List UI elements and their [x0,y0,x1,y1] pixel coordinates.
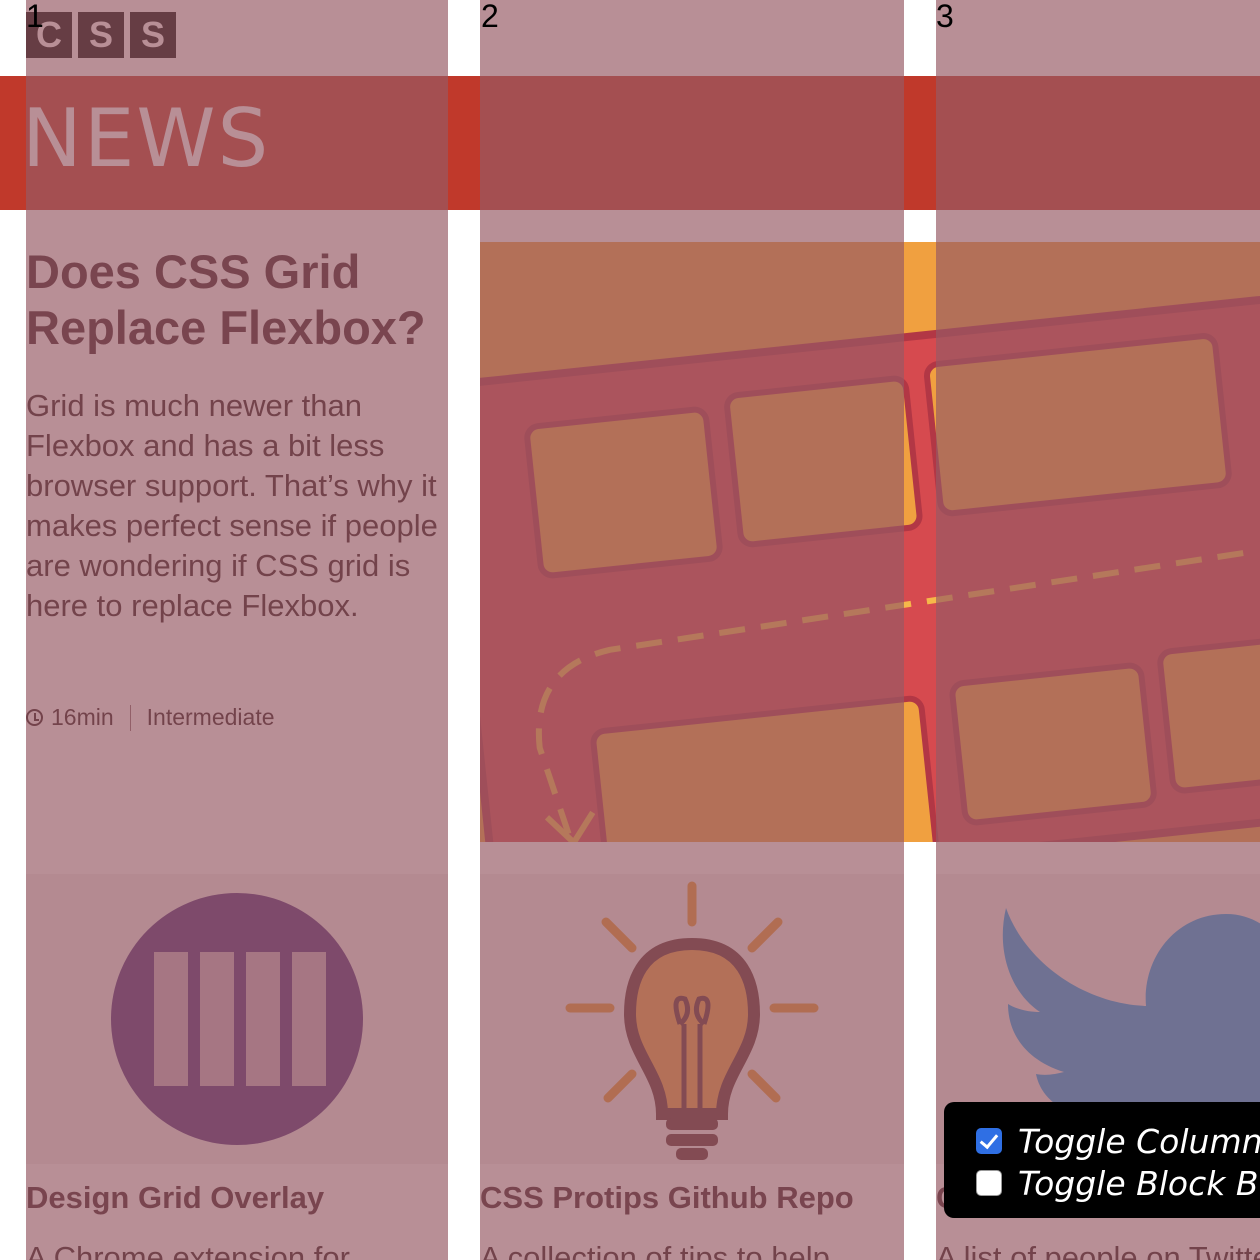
card-title-protips[interactable]: CSS Protips Github Repo [480,1180,854,1216]
logo-letter-s1: S [78,12,124,58]
grid-column-number-1: 1 [26,0,44,34]
card-desc-twitter: A list of people on Twitter [936,1240,1260,1260]
card-image-protips[interactable] [480,874,904,1164]
card-image-design-grid[interactable] [26,874,448,1164]
grid-flow-illustration-icon [480,242,1260,842]
hero-image[interactable] [480,242,1260,842]
toggle-block-borders[interactable]: Toggle Block Borders [976,1162,1260,1204]
card-desc-protips: A collection of tips to help [480,1240,830,1260]
difficulty-level: Intermediate [146,704,275,730]
toggle-column-overlay[interactable]: Toggle Column Overlay [976,1120,1260,1162]
block-borders-checkbox[interactable] [976,1170,1002,1196]
section-title: NEWS [22,92,271,185]
grid-column-number-3: 3 [936,0,954,34]
logo-letter-s2: S [130,12,176,58]
column-overlay-checkbox[interactable] [976,1128,1002,1154]
meta-divider [129,704,131,731]
read-time: 16min [51,704,114,730]
card-title-design-grid[interactable]: Design Grid Overlay [26,1180,324,1216]
toggle-column-overlay-label[interactable]: Toggle Column Overlay [1018,1122,1260,1161]
overlay-toggle-panel: Toggle Column Overlay Toggle Block Borde… [944,1102,1260,1218]
article-excerpt: Grid is much newer than Flexbox and has … [26,388,438,623]
toggle-block-borders-label[interactable]: Toggle Block Borders [1018,1164,1260,1203]
grid-column-number-2: 2 [481,0,499,34]
card-desc-design-grid: A Chrome extension for [26,1240,350,1260]
columns-circle-icon [111,893,363,1145]
css-logo[interactable]: C S S [26,12,176,58]
article-meta: 16min Intermediate [26,704,275,731]
clock-icon [26,709,43,726]
article-title[interactable]: Does CSS Grid Replace Flexbox? [26,244,446,356]
lightbulb-icon [565,881,819,1160]
